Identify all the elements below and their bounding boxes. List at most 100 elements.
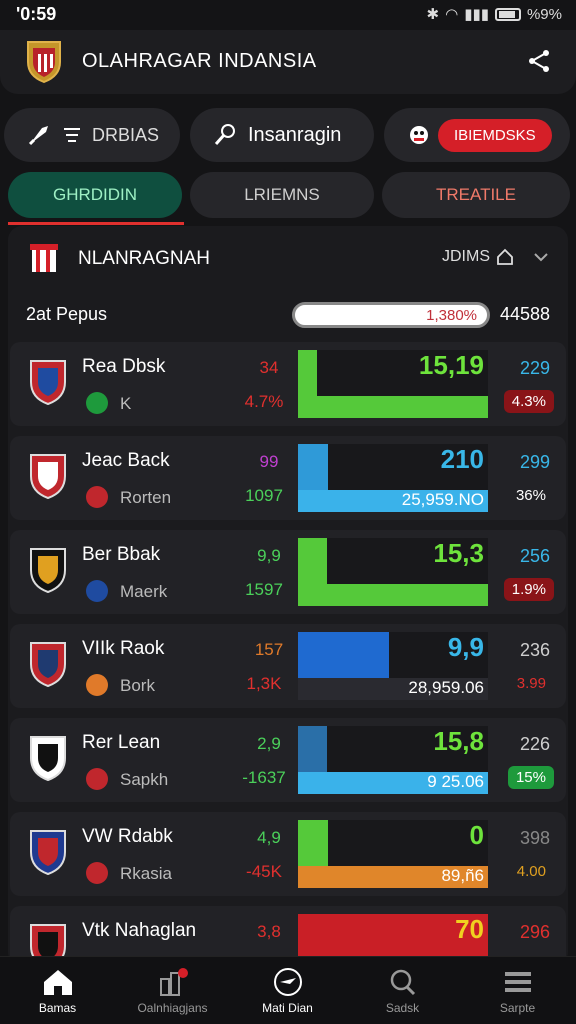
nav-home[interactable]: Bamas bbox=[0, 967, 115, 1015]
stat-primary: 9,9 bbox=[257, 546, 281, 565]
status-bar: '0:59 ✱ ◠ ▮▮▮ %9% bbox=[0, 0, 576, 30]
search-icon bbox=[390, 969, 415, 996]
sponsor-badge-icon bbox=[86, 486, 108, 508]
bar-value: 15,8 bbox=[433, 726, 484, 756]
team-crest-icon bbox=[30, 830, 66, 876]
team-row[interactable]: Rea Dbsk K 34 4.7% 15,19 229 4.3% bbox=[10, 342, 566, 426]
rank-value: 296 bbox=[519, 922, 550, 942]
change-badge: 1.9% bbox=[503, 578, 554, 601]
bar-secondary bbox=[298, 584, 488, 606]
team-bar-chart: 15,3 bbox=[298, 538, 488, 606]
bar-subvalue: 28,959.06 bbox=[408, 678, 484, 697]
summary-label: 2at Pepus bbox=[26, 304, 108, 324]
sponsor-badge-icon bbox=[86, 392, 108, 414]
chip-label: Insanragin bbox=[248, 123, 342, 146]
team-crest-icon bbox=[30, 736, 66, 782]
team-row[interactable]: Rer Lean Sapkh 2,9 -1637 15,8 9 25.06 226 15% bbox=[10, 718, 566, 802]
stat-secondary: -1637 bbox=[242, 768, 286, 787]
team-bar-chart: 9,9 28,959.06 bbox=[298, 632, 488, 700]
team-crest-icon bbox=[30, 360, 66, 406]
stats-icon bbox=[159, 968, 188, 996]
team-subtitle: Bork bbox=[120, 676, 155, 695]
chip-insanragin[interactable]: Insanragin bbox=[190, 108, 374, 162]
tab-bar: GHRDIDIN LRIEMNS TREATILE bbox=[0, 172, 576, 225]
bottom-nav: Bamas Oalnhiagjans Mati Dian Sadsk Sarpt… bbox=[0, 956, 576, 1024]
app-bar: OLAHRAGAR INDANSIA bbox=[0, 30, 576, 94]
rank-value: 229 bbox=[519, 358, 550, 378]
change-badge: 4.00 bbox=[516, 863, 546, 880]
bar-secondary bbox=[298, 396, 488, 418]
home-icon bbox=[43, 970, 72, 995]
club-flag-icon bbox=[30, 244, 58, 272]
list-icon bbox=[64, 128, 80, 142]
bar-subvalue: 25,959.NO bbox=[401, 490, 484, 509]
sponsor-badge-icon bbox=[86, 862, 108, 884]
nav-label: Bamas bbox=[38, 1001, 77, 1015]
team-name: Vtk Nahaglan bbox=[82, 920, 197, 941]
chip-drbias[interactable]: DRBIAS bbox=[4, 108, 180, 162]
tab-lriemns[interactable]: LRIEMNS bbox=[190, 172, 374, 218]
sponsor-badge-icon bbox=[86, 674, 108, 696]
wifi-icon: ◠ bbox=[445, 6, 459, 23]
team-name: Ber Bbak bbox=[82, 544, 161, 565]
summary-progress: 1,380% bbox=[292, 302, 490, 328]
team-name: VW Rdabk bbox=[82, 826, 173, 847]
team-subtitle: Rorten bbox=[120, 488, 172, 507]
panel-link[interactable]: JDIMS bbox=[442, 248, 514, 266]
nav-menu[interactable]: Sarpte bbox=[460, 967, 575, 1015]
team-bar-chart: 15,8 9 25.06 bbox=[298, 726, 488, 794]
rocket-icon bbox=[28, 126, 48, 146]
team-subtitle: K bbox=[120, 394, 132, 413]
team-subtitle: Sapkh bbox=[120, 770, 169, 789]
bar-value: 0 bbox=[469, 820, 484, 850]
stat-primary: 99 bbox=[259, 452, 279, 471]
tab-ghrdidin[interactable]: GHRDIDIN bbox=[8, 172, 182, 218]
team-row[interactable]: VIIk Raok Bork 157 1,3K 9,9 28,959.06 236 3.99 bbox=[10, 624, 566, 708]
team-row[interactable]: Jeac Back Rorten 99 1097 210 25,959.NO 299 36% bbox=[10, 436, 566, 520]
bar-value: 15,19 bbox=[418, 350, 484, 380]
signal-icon: ▮▮▮ bbox=[464, 6, 489, 23]
summary-row: 2at Pepus 1,380% 44588 bbox=[8, 298, 568, 332]
bar-value: 9,9 bbox=[447, 632, 484, 662]
bar-value: 15,3 bbox=[433, 538, 484, 568]
summary-percent: 1,380% bbox=[426, 307, 477, 324]
stat-primary: 4,9 bbox=[257, 828, 281, 847]
stat-primary: 3,8 bbox=[257, 922, 281, 941]
share-icon[interactable] bbox=[526, 48, 552, 74]
battery-percent: %9% bbox=[526, 5, 562, 23]
rank-value: 226 bbox=[519, 734, 550, 754]
stat-secondary: 1,3K bbox=[246, 674, 282, 693]
tab-treatile[interactable]: TREATILE bbox=[382, 172, 570, 218]
menu-icon bbox=[504, 972, 531, 992]
team-bar-chart: 210 25,959.NO bbox=[298, 444, 488, 512]
stat-primary: 157 bbox=[254, 640, 284, 659]
sponsor-badge-icon bbox=[86, 768, 108, 790]
nav-label: Sadsk bbox=[385, 1001, 420, 1015]
team-name: Rer Lean bbox=[82, 732, 161, 753]
nav-mati-dian[interactable]: Mati Dian bbox=[230, 967, 345, 1015]
team-crest-icon bbox=[30, 454, 66, 500]
standings-panel: NLANRAGNAH JDIMS 2at Pepus 1,380% 44588 … bbox=[8, 226, 568, 966]
chevron-down-icon[interactable] bbox=[532, 248, 550, 266]
team-row[interactable]: Ber Bbak Maerk 9,9 1597 15,3 256 1.9% bbox=[10, 530, 566, 614]
panel-link-label: JDIMS bbox=[442, 248, 490, 265]
team-name: Rea Dbsk bbox=[82, 356, 166, 377]
bar-subvalue: 9 25.06 bbox=[427, 772, 484, 791]
team-row[interactable]: VW Rdabk Rkasia 4,9 -45K 0 89,ñ6 398 4.00 bbox=[10, 812, 566, 896]
panel-title: NLANRAGNAH bbox=[78, 248, 210, 269]
stat-primary: 2,9 bbox=[257, 734, 281, 753]
nav-label: Oalnhiagjans bbox=[137, 1001, 208, 1015]
change-badge: 3.99 bbox=[516, 675, 546, 692]
team-crest-icon bbox=[30, 548, 66, 594]
nav-stats[interactable]: Oalnhiagjans bbox=[115, 967, 230, 1015]
status-time: '0:59 bbox=[16, 4, 57, 24]
nav-search[interactable]: Sadsk bbox=[345, 967, 460, 1015]
nav-label: Sarpte bbox=[499, 1001, 536, 1015]
chip-label: DRBIAS bbox=[92, 124, 160, 145]
rank-value: 256 bbox=[519, 546, 550, 566]
team-bar-chart: 0 89,ñ6 bbox=[298, 820, 488, 888]
bar-value: 70 bbox=[455, 914, 484, 944]
chip-ibiemdsks[interactable]: IBIEMDSKS bbox=[384, 108, 570, 162]
stat-secondary: 1097 bbox=[245, 486, 283, 505]
change-badge: 36% bbox=[515, 487, 546, 504]
